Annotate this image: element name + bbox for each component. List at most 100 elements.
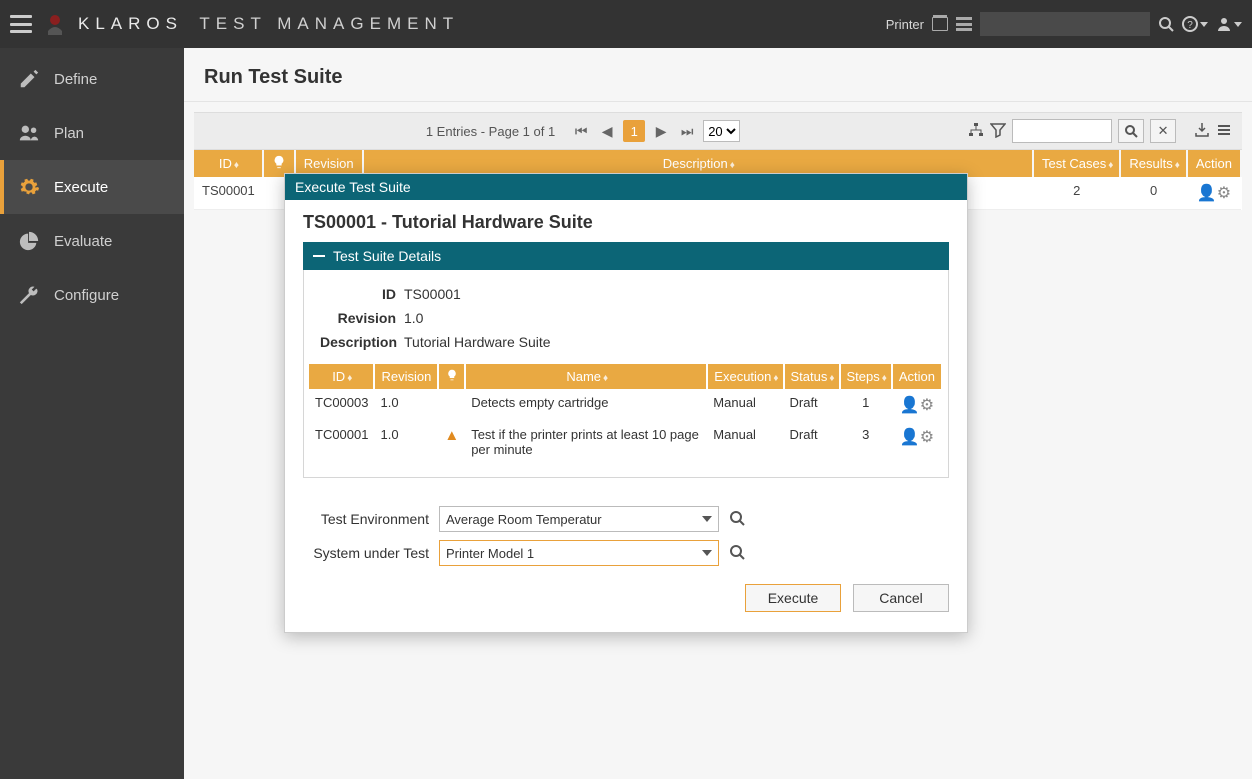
chevron-down-icon [702,516,712,522]
icol-steps[interactable]: Steps♦ [840,364,892,389]
sidebar-item-execute[interactable]: Execute [0,160,184,214]
tc-exec: Manual [707,421,783,463]
icol-action: Action [892,364,942,389]
user-menu-icon[interactable] [1216,16,1242,32]
sidebar-label: Define [54,71,97,88]
table-search-input[interactable] [1012,119,1112,143]
col-results[interactable]: Results♦ [1120,150,1186,177]
sidebar-item-configure[interactable]: Configure [0,268,184,322]
tc-name: Test if the printer prints at least 10 p… [465,421,707,463]
people-icon [18,122,40,144]
menu-icon[interactable] [1216,122,1232,141]
testcase-row[interactable]: TC00001 1.0 ▲ Test if the printer prints… [309,421,942,463]
page-number[interactable]: 1 [623,120,645,142]
page-next-icon[interactable]: ▶ [651,121,671,141]
help-icon[interactable]: ? [1182,16,1208,32]
export-icon[interactable] [1194,122,1210,141]
icol-revision[interactable]: Revision [374,364,438,389]
page-title: Run Test Suite [184,48,1252,102]
testcase-row[interactable]: TC00003 1.0 Detects empty cartridge Manu… [309,389,942,421]
page-last-icon[interactable]: ⏭ [677,121,697,141]
sidebar-label: Plan [54,125,84,142]
tc-id: TC00001 [309,421,374,463]
tc-action-icon[interactable]: 👤⚙ [892,389,942,421]
table-toolbar: 1 Entries - Page 1 of 1 ⏮ ◀ 1 ▶ ⏭ 20 ✕ [194,112,1242,150]
tc-status: Draft [784,421,840,463]
sidebar: Define Plan Execute Evaluate Configure [0,48,184,779]
app-logo-icon [42,11,68,37]
pagination-summary: 1 Entries - Page 1 of 1 [426,124,555,139]
sut-row: System under Test Printer Model 1 [285,536,967,570]
tc-exec: Manual [707,389,783,421]
clear-search-button[interactable]: ✕ [1150,119,1176,143]
sidebar-label: Execute [54,179,108,196]
tc-id: TC00003 [309,389,374,421]
sidebar-item-evaluate[interactable]: Evaluate [0,214,184,268]
cancel-button[interactable]: Cancel [853,584,949,612]
sidebar-item-plan[interactable]: Plan [0,106,184,160]
sidebar-item-define[interactable]: Define [0,52,184,106]
detail-rev-value: 1.0 [404,310,423,326]
tc-action-icon[interactable]: 👤⚙ [892,421,942,463]
test-environment-select[interactable]: Average Room Temperatur [439,506,719,532]
svg-text:?: ? [1187,20,1193,31]
test-environment-label: Test Environment [303,511,429,527]
tc-steps: 3 [840,421,892,463]
test-cases-table: ID♦ Revision Name♦ Execution♦ Status♦ St… [309,364,943,463]
tc-rev: 1.0 [374,389,438,421]
sut-label: System under Test [303,545,429,561]
brand-text: KLAROS TEST MANAGEMENT [78,14,459,34]
collapse-icon[interactable] [313,255,325,257]
edit-icon [18,68,40,90]
lookup-sut-icon[interactable] [729,544,745,563]
tc-rev: 1.0 [374,421,438,463]
tc-status: Draft [784,389,840,421]
page-first-icon[interactable]: ⏮ [571,121,591,141]
icol-execution[interactable]: Execution♦ [707,364,783,389]
col-testcases[interactable]: Test Cases♦ [1033,150,1120,177]
icol-name[interactable]: Name♦ [465,364,707,389]
chevron-down-icon [702,550,712,556]
cell-results[interactable]: 0 [1120,177,1186,210]
tree-icon[interactable] [968,122,984,141]
col-action: Action [1187,150,1241,177]
icol-id[interactable]: ID♦ [309,364,374,389]
sidebar-label: Evaluate [54,233,112,250]
sut-select[interactable]: Printer Model 1 [439,540,719,566]
piechart-icon [18,230,40,252]
sidebar-label: Configure [54,287,119,304]
execute-test-suite-dialog: Execute Test Suite TS00001 - Tutorial Ha… [284,173,968,633]
topbar: KLAROS TEST MANAGEMENT Printer ? [0,0,1252,48]
dialog-header: Execute Test Suite [285,174,967,200]
icol-bulb[interactable] [438,364,465,389]
warning-icon: ▲ [444,427,459,444]
detail-id-label: ID [320,286,396,302]
execute-button[interactable]: Execute [745,584,841,612]
search-icon[interactable] [1158,16,1174,32]
gear-icon [18,176,40,198]
wrench-icon [18,284,40,306]
global-search-input[interactable] [980,12,1150,36]
panel-header[interactable]: Test Suite Details [303,242,949,270]
cell-testcases[interactable]: 2 [1033,177,1120,210]
row-action-icon[interactable]: 👤⚙ [1187,177,1241,210]
detail-rev-label: Revision [320,310,396,326]
list-view-icon[interactable] [956,17,972,31]
brand-light: TEST MANAGEMENT [199,14,459,33]
col-id[interactable]: ID♦ [194,150,263,177]
detail-desc-label: Description [320,334,396,350]
panel-title: Test Suite Details [333,248,441,264]
test-suite-details-panel: Test Suite Details IDTS00001 Revision1.0… [303,242,949,478]
page-prev-icon[interactable]: ◀ [597,121,617,141]
table-search-button[interactable] [1118,119,1144,143]
icol-status[interactable]: Status♦ [784,364,840,389]
suite-id-link[interactable]: TS00001 [194,177,263,210]
page-size-select[interactable]: 20 [703,120,740,142]
lookup-environment-icon[interactable] [729,510,745,529]
archive-icon[interactable] [932,17,948,31]
tc-steps: 1 [840,389,892,421]
test-environment-value: Average Room Temperatur [446,512,602,527]
context-label: Printer [886,17,924,32]
menu-toggle-icon[interactable] [10,15,32,33]
filter-icon[interactable] [990,122,1006,141]
